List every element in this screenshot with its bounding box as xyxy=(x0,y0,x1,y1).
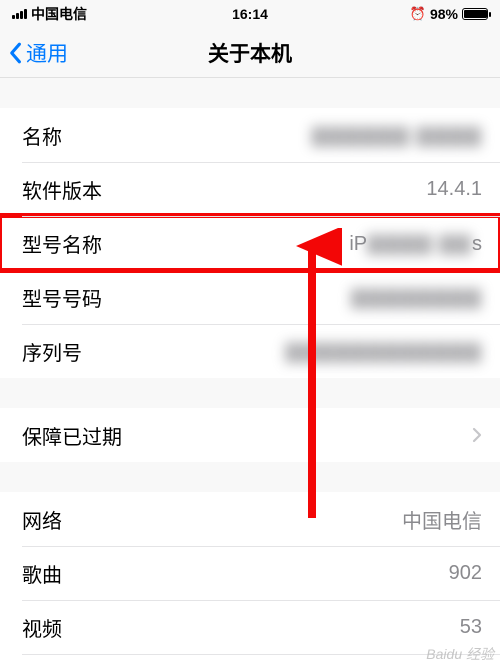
status-right: ⏰ 98% xyxy=(410,6,488,22)
battery-percentage: 98% xyxy=(430,6,458,22)
group-stats: 网络 中国电信 歌曲 902 视频 53 照片 145 应用程序 47 xyxy=(0,492,500,668)
content-scroll[interactable]: 名称 ▇▇▇▇▇▇ ▇▇▇▇ 软件版本 14.4.1 型号名称 iP▇▇▇▇ ▇… xyxy=(0,78,500,668)
value-videos: 53 xyxy=(460,616,482,639)
value-name: ▇▇▇▇▇▇ ▇▇▇▇ xyxy=(312,123,482,148)
value-network: 中国电信 xyxy=(402,505,482,534)
row-photos[interactable]: 照片 145 xyxy=(0,654,500,668)
chevron-right-icon xyxy=(472,427,482,443)
row-model-number[interactable]: 型号号码 ▇▇▇▇▇▇▇▇ xyxy=(0,270,500,324)
label-serial-number: 序列号 xyxy=(22,337,82,366)
label-songs: 歌曲 xyxy=(22,559,62,588)
status-left: 中国电信 xyxy=(12,4,87,24)
carrier-label: 中国电信 xyxy=(31,4,87,24)
signal-icon xyxy=(12,9,27,19)
label-warranty: 保障已过期 xyxy=(22,421,122,450)
row-warranty[interactable]: 保障已过期 xyxy=(0,408,500,462)
warranty-disclosure xyxy=(466,427,482,443)
page-title: 关于本机 xyxy=(0,38,500,68)
label-model-name: 型号名称 xyxy=(22,229,102,258)
label-network: 网络 xyxy=(22,505,62,534)
status-bar: 中国电信 16:14 ⏰ 98% xyxy=(0,0,500,28)
model-name-suffix: s xyxy=(472,233,482,255)
label-software-version: 软件版本 xyxy=(22,175,102,204)
model-name-redacted: ▇▇▇▇ ▇▇ xyxy=(367,233,472,255)
row-serial-number[interactable]: 序列号 ▇▇▇▇▇▇▇▇▇▇▇▇ xyxy=(0,324,500,378)
chevron-left-icon xyxy=(8,42,22,64)
value-model-name: iP▇▇▇▇ ▇▇s xyxy=(349,231,482,256)
row-name[interactable]: 名称 ▇▇▇▇▇▇ ▇▇▇▇ xyxy=(0,108,500,162)
back-label: 通用 xyxy=(26,38,68,68)
battery-icon xyxy=(462,8,488,20)
model-name-prefix: iP xyxy=(349,233,367,255)
row-videos[interactable]: 视频 53 xyxy=(0,600,500,654)
group-warranty: 保障已过期 xyxy=(0,408,500,462)
row-software-version[interactable]: 软件版本 14.4.1 xyxy=(0,162,500,216)
label-model-number: 型号号码 xyxy=(22,283,102,312)
row-songs[interactable]: 歌曲 902 xyxy=(0,546,500,600)
group-device-info: 名称 ▇▇▇▇▇▇ ▇▇▇▇ 软件版本 14.4.1 型号名称 iP▇▇▇▇ ▇… xyxy=(0,108,500,378)
value-model-number: ▇▇▇▇▇▇▇▇ xyxy=(351,285,482,310)
status-time: 16:14 xyxy=(232,6,268,22)
value-songs: 902 xyxy=(449,562,482,585)
value-software-version: 14.4.1 xyxy=(426,178,482,201)
label-videos: 视频 xyxy=(22,613,62,642)
nav-bar: 通用 关于本机 xyxy=(0,28,500,78)
row-network[interactable]: 网络 中国电信 xyxy=(0,492,500,546)
value-serial-number: ▇▇▇▇▇▇▇▇▇▇▇▇ xyxy=(285,339,482,364)
row-model-name[interactable]: 型号名称 iP▇▇▇▇ ▇▇s xyxy=(0,216,500,270)
alarm-icon: ⏰ xyxy=(410,6,426,22)
back-button[interactable]: 通用 xyxy=(0,38,68,68)
label-name: 名称 xyxy=(22,121,62,150)
